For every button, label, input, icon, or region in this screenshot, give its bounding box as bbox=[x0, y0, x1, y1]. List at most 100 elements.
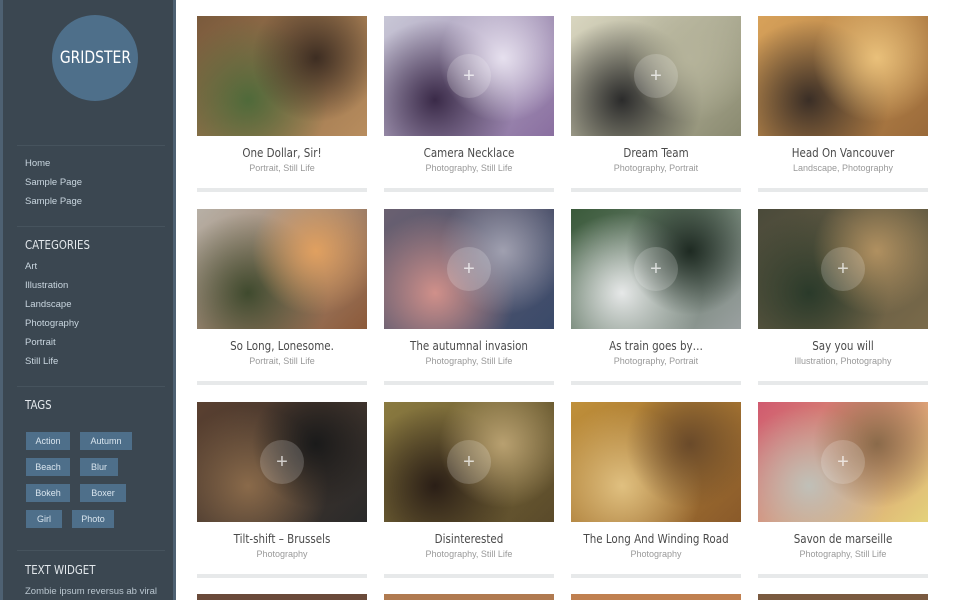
site-logo[interactable]: GRIDSTER bbox=[52, 15, 138, 101]
post-categories[interactable]: Photography bbox=[571, 549, 741, 559]
post-thumbnail[interactable]: + bbox=[384, 209, 554, 329]
post-card[interactable]: + Savon de marseille Photography, Still Li… bbox=[758, 402, 928, 578]
post-card[interactable]: + So Long, Lonesome. Portrait, Still Life bbox=[197, 209, 367, 385]
post-title[interactable]: One Dollar, Sir! bbox=[209, 146, 355, 160]
card-divider bbox=[197, 188, 367, 192]
logo-text: GRIDSTER bbox=[59, 48, 131, 68]
zoom-plus-icon[interactable]: + bbox=[447, 440, 491, 484]
card-divider bbox=[758, 188, 928, 192]
card-divider bbox=[758, 381, 928, 385]
post-thumbnail[interactable]: + bbox=[758, 209, 928, 329]
post-thumbnail[interactable]: + bbox=[571, 402, 741, 522]
text-widget-body: Zombie ipsum reversus ab viral bbox=[25, 586, 157, 597]
post-categories[interactable]: Photography, Still Life bbox=[758, 549, 928, 559]
zoom-plus-icon[interactable]: + bbox=[634, 247, 678, 291]
zoom-plus-icon[interactable]: + bbox=[634, 54, 678, 98]
post-title[interactable]: As train goes by… bbox=[583, 339, 729, 353]
card-divider bbox=[758, 574, 928, 578]
tag-boxer[interactable]: Boxer bbox=[80, 484, 126, 502]
divider bbox=[17, 386, 165, 387]
card-divider bbox=[384, 574, 554, 578]
post-categories[interactable]: Photography, Portrait bbox=[571, 356, 741, 366]
post-thumbnail[interactable]: + bbox=[197, 402, 367, 522]
post-title[interactable]: The autumnal invasion bbox=[396, 339, 542, 353]
post-categories[interactable]: Photography, Still Life bbox=[384, 356, 554, 366]
category-still-life[interactable]: Still Life bbox=[25, 356, 58, 367]
zoom-plus-icon[interactable]: + bbox=[821, 247, 865, 291]
post-thumbnail[interactable]: + bbox=[197, 209, 367, 329]
card-divider bbox=[384, 381, 554, 385]
post-categories[interactable]: Illustration, Photography bbox=[758, 356, 928, 366]
post-card[interactable]: + The Long And Winding Road Photography bbox=[571, 402, 741, 578]
tag-action[interactable]: Action bbox=[26, 432, 70, 450]
divider bbox=[17, 145, 165, 146]
post-card[interactable]: + Say you will Illustration, Photography bbox=[758, 209, 928, 385]
post-title[interactable]: Tilt-shift – Brussels bbox=[209, 532, 355, 546]
post-title[interactable]: Dream Team bbox=[583, 146, 729, 160]
categories-heading: CATEGORIES bbox=[25, 238, 90, 252]
card-divider bbox=[197, 381, 367, 385]
category-portrait[interactable]: Portrait bbox=[25, 337, 56, 348]
post-title[interactable]: Savon de marseille bbox=[770, 532, 916, 546]
card-divider bbox=[571, 188, 741, 192]
post-categories[interactable]: Portrait, Still Life bbox=[197, 163, 367, 173]
post-card[interactable]: + Head On Vancouver Landscape, Photography bbox=[758, 16, 928, 192]
text-widget-heading: TEXT WIDGET bbox=[25, 563, 96, 577]
category-landscape[interactable]: Landscape bbox=[25, 299, 71, 310]
post-thumbnail[interactable]: + bbox=[384, 402, 554, 522]
post-thumbnail-partial[interactable] bbox=[384, 594, 554, 600]
post-card[interactable]: + Dream Team Photography, Portrait bbox=[571, 16, 741, 192]
post-card[interactable]: + The autumnal invasion Photography, Still… bbox=[384, 209, 554, 385]
tag-photo[interactable]: Photo bbox=[72, 510, 114, 528]
post-thumbnail[interactable]: + bbox=[758, 402, 928, 522]
post-thumbnail[interactable]: + bbox=[571, 16, 741, 136]
post-card[interactable]: + Tilt-shift – Brussels Photography bbox=[197, 402, 367, 578]
nav-link-sample-page[interactable]: Sample Page bbox=[25, 177, 82, 188]
post-categories[interactable]: Portrait, Still Life bbox=[197, 356, 367, 366]
nav-link-home[interactable]: Home bbox=[25, 158, 50, 169]
category-photography[interactable]: Photography bbox=[25, 318, 79, 329]
divider bbox=[17, 550, 165, 551]
post-title[interactable]: Disinterested bbox=[396, 532, 542, 546]
post-title[interactable]: Head On Vancouver bbox=[770, 146, 916, 160]
post-card[interactable]: + Disinterested Photography, Still Life bbox=[384, 402, 554, 578]
post-thumbnail[interactable]: + bbox=[571, 209, 741, 329]
zoom-plus-icon[interactable]: + bbox=[260, 440, 304, 484]
tag-beach[interactable]: Beach bbox=[26, 458, 70, 476]
tags-heading: TAGS bbox=[25, 398, 52, 412]
post-categories[interactable]: Photography bbox=[197, 549, 367, 559]
tag-autumn[interactable]: Autumn bbox=[80, 432, 132, 450]
post-title[interactable]: The Long And Winding Road bbox=[583, 532, 729, 546]
post-thumbnail[interactable]: + bbox=[758, 16, 928, 136]
post-categories[interactable]: Photography, Still Life bbox=[384, 163, 554, 173]
post-title[interactable]: Say you will bbox=[770, 339, 916, 353]
post-thumbnail-partial[interactable] bbox=[571, 594, 741, 600]
card-divider bbox=[571, 574, 741, 578]
zoom-plus-icon[interactable]: + bbox=[447, 54, 491, 98]
post-thumbnail[interactable]: + bbox=[197, 16, 367, 136]
zoom-plus-icon[interactable]: + bbox=[821, 440, 865, 484]
card-divider bbox=[571, 381, 741, 385]
post-thumbnail[interactable]: + bbox=[384, 16, 554, 136]
card-divider bbox=[197, 574, 367, 578]
post-categories[interactable]: Landscape, Photography bbox=[758, 163, 928, 173]
post-title[interactable]: So Long, Lonesome. bbox=[209, 339, 355, 353]
post-thumbnail-partial[interactable] bbox=[758, 594, 928, 600]
sidebar: GRIDSTER Home Sample Page Sample Page CA… bbox=[0, 0, 176, 600]
tag-blur[interactable]: Blur bbox=[80, 458, 118, 476]
category-illustration[interactable]: Illustration bbox=[25, 280, 68, 291]
post-thumbnail-partial[interactable] bbox=[197, 594, 367, 600]
card-divider bbox=[384, 188, 554, 192]
post-categories[interactable]: Photography, Portrait bbox=[571, 163, 741, 173]
post-card[interactable]: + As train goes by… Photography, Portrait bbox=[571, 209, 741, 385]
post-card[interactable]: + One Dollar, Sir! Portrait, Still Life bbox=[197, 16, 367, 192]
post-categories[interactable]: Photography, Still Life bbox=[384, 549, 554, 559]
tag-girl[interactable]: Girl bbox=[26, 510, 62, 528]
nav-link-sample-page-2[interactable]: Sample Page bbox=[25, 196, 82, 207]
post-card[interactable]: + Camera Necklace Photography, Still Life bbox=[384, 16, 554, 192]
tag-bokeh[interactable]: Bokeh bbox=[26, 484, 70, 502]
divider bbox=[17, 226, 165, 227]
category-art[interactable]: Art bbox=[25, 261, 37, 272]
post-title[interactable]: Camera Necklace bbox=[396, 146, 542, 160]
zoom-plus-icon[interactable]: + bbox=[447, 247, 491, 291]
